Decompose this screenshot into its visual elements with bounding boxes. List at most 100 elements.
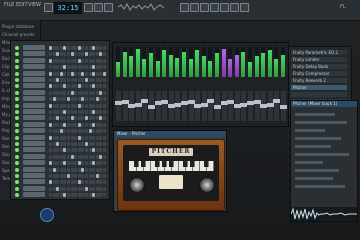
step-button[interactable] xyxy=(52,193,56,198)
step-button[interactable] xyxy=(103,103,106,108)
step-button[interactable] xyxy=(92,186,96,191)
step-button[interactable] xyxy=(56,154,60,159)
step-button[interactable] xyxy=(85,161,88,166)
step-button[interactable] xyxy=(49,71,52,76)
step-button[interactable] xyxy=(85,167,88,172)
step-button[interactable] xyxy=(74,135,78,140)
channel-name-button[interactable] xyxy=(23,192,45,198)
step-button[interactable] xyxy=(52,122,56,127)
step-button[interactable] xyxy=(99,167,103,172)
step-button[interactable] xyxy=(85,186,88,191)
step-button[interactable] xyxy=(67,135,70,140)
step-button[interactable] xyxy=(63,174,67,178)
step-button[interactable] xyxy=(63,110,67,114)
step-button[interactable] xyxy=(77,122,81,127)
step-button[interactable] xyxy=(99,65,103,70)
step-button[interactable] xyxy=(56,148,60,153)
channel-led-icon[interactable] xyxy=(15,122,19,127)
step-button[interactable] xyxy=(103,116,106,121)
channel-row[interactable] xyxy=(13,160,107,166)
step-button[interactable] xyxy=(70,84,74,89)
step-button[interactable] xyxy=(99,103,103,108)
step-button[interactable] xyxy=(88,129,92,134)
channel-led-icon[interactable] xyxy=(15,174,19,178)
step-button[interactable] xyxy=(74,78,78,82)
step-button[interactable] xyxy=(99,174,103,178)
step-button[interactable] xyxy=(85,52,88,57)
step-button[interactable] xyxy=(63,129,67,134)
step-button[interactable] xyxy=(74,167,78,172)
volume-fader[interactable] xyxy=(220,91,228,121)
step-button[interactable] xyxy=(81,58,85,63)
step-button[interactable] xyxy=(103,71,106,76)
step-button[interactable] xyxy=(74,116,78,121)
step-button[interactable] xyxy=(52,46,56,50)
step-button[interactable] xyxy=(56,122,60,127)
step-button[interactable] xyxy=(103,167,106,172)
step-button[interactable] xyxy=(88,84,92,89)
step-button[interactable] xyxy=(77,129,81,134)
channel-name-button[interactable] xyxy=(23,147,45,153)
step-button[interactable] xyxy=(67,186,70,191)
step-button[interactable] xyxy=(81,84,85,89)
channel-led-icon[interactable] xyxy=(15,129,19,134)
channel-led-icon[interactable] xyxy=(15,193,19,198)
step-button[interactable] xyxy=(88,154,92,159)
channel-row[interactable] xyxy=(13,89,107,96)
volume-fader[interactable] xyxy=(233,91,241,121)
step-button[interactable] xyxy=(49,148,52,153)
step-button[interactable] xyxy=(103,154,106,159)
step-button[interactable] xyxy=(70,129,74,134)
step-button[interactable] xyxy=(95,154,99,159)
step-button[interactable] xyxy=(99,90,103,95)
step-button[interactable] xyxy=(63,161,67,166)
step-button[interactable] xyxy=(59,71,63,76)
black-key[interactable] xyxy=(134,161,139,167)
channel-name-button[interactable] xyxy=(23,185,45,191)
metronome-icon[interactable] xyxy=(94,3,103,12)
step-button[interactable] xyxy=(70,58,74,63)
channel-name-button[interactable] xyxy=(23,134,45,140)
step-button[interactable] xyxy=(99,186,103,191)
step-button[interactable] xyxy=(74,103,78,108)
step-button[interactable] xyxy=(95,116,99,121)
step-button[interactable] xyxy=(103,148,106,153)
step-button[interactable] xyxy=(85,103,88,108)
step-button[interactable] xyxy=(63,65,67,70)
step-button[interactable] xyxy=(95,46,99,50)
step-button[interactable] xyxy=(103,110,106,114)
step-button[interactable] xyxy=(74,52,78,57)
step-button[interactable] xyxy=(56,58,60,63)
channel-led-icon[interactable] xyxy=(15,116,19,121)
step-button[interactable] xyxy=(59,193,63,198)
step-button[interactable] xyxy=(92,154,96,159)
step-button[interactable] xyxy=(49,193,52,198)
step-button[interactable] xyxy=(52,90,56,95)
step-button[interactable] xyxy=(81,46,85,50)
fader-handle[interactable] xyxy=(200,102,208,107)
step-button[interactable] xyxy=(63,135,67,140)
step-button[interactable] xyxy=(49,58,52,63)
black-key[interactable] xyxy=(155,161,160,167)
step-button[interactable] xyxy=(67,97,70,102)
volume-fader[interactable] xyxy=(194,91,202,121)
step-button[interactable] xyxy=(85,135,88,140)
channel-led-icon[interactable] xyxy=(15,142,19,146)
piano-roll-icon[interactable] xyxy=(190,3,199,12)
mixer-icon[interactable] xyxy=(210,3,219,12)
step-button[interactable] xyxy=(52,52,56,57)
step-button[interactable] xyxy=(77,71,81,76)
step-button[interactable] xyxy=(52,135,56,140)
step-button[interactable] xyxy=(49,97,52,102)
channel-led-icon[interactable] xyxy=(15,186,19,191)
step-button[interactable] xyxy=(52,78,56,82)
step-button[interactable] xyxy=(77,180,81,185)
step-button[interactable] xyxy=(49,135,52,140)
step-button[interactable] xyxy=(81,78,85,82)
step-button[interactable] xyxy=(67,58,70,63)
step-button[interactable] xyxy=(49,161,52,166)
step-button[interactable] xyxy=(49,110,52,114)
step-button[interactable] xyxy=(81,110,85,114)
channel-row[interactable] xyxy=(13,83,107,89)
step-button[interactable] xyxy=(85,97,88,102)
